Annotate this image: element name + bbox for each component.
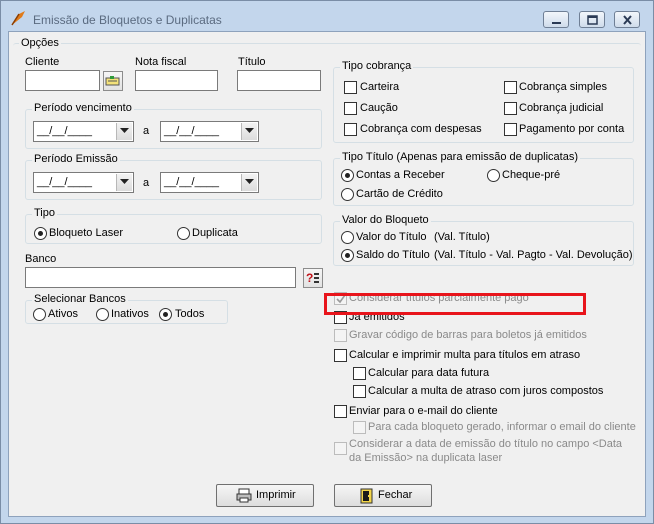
valor-titulo-radio[interactable] bbox=[341, 231, 354, 244]
caucao-checkbox[interactable] bbox=[344, 102, 357, 115]
minimize-button[interactable] bbox=[543, 11, 569, 28]
chevron-down-icon[interactable] bbox=[241, 123, 257, 140]
title-bar[interactable]: Emissão de Bloquetos e Duplicatas bbox=[1, 1, 653, 31]
cheque-pre-label: Cheque-pré bbox=[502, 169, 561, 181]
fechar-label: Fechar bbox=[378, 489, 413, 501]
cartao-credito-label: Cartão de Crédito bbox=[356, 188, 443, 200]
chevron-down-icon[interactable] bbox=[116, 123, 132, 140]
cobranca-despesas-checkbox[interactable] bbox=[344, 123, 357, 136]
carteira-label: Carteira bbox=[360, 81, 400, 93]
juros-compostos-label: Calcular a multa de atraso com juros com… bbox=[368, 385, 604, 397]
data-emissao-label-line1: Considerar a data de emissão do título n… bbox=[349, 438, 623, 450]
data-emissao-label-line2: da Emissão> na duplicata laser bbox=[349, 452, 503, 464]
chevron-down-icon[interactable] bbox=[241, 174, 257, 191]
contas-receber-label: Contas a Receber bbox=[356, 169, 445, 181]
emissao-from-combo[interactable]: __/__/____ bbox=[33, 172, 134, 193]
opcoes-title: Opções bbox=[19, 37, 61, 49]
titulo-input[interactable] bbox=[237, 70, 321, 91]
cobranca-simples-label: Cobrança simples bbox=[519, 81, 608, 93]
minimize-icon bbox=[552, 22, 561, 24]
pen-nib-icon bbox=[10, 10, 28, 26]
chevron-down-icon[interactable] bbox=[116, 174, 132, 191]
cliente-input[interactable] bbox=[25, 70, 100, 91]
bancos-todos-label: Todos bbox=[175, 308, 205, 320]
maximize-button[interactable] bbox=[579, 11, 605, 28]
highlight-box bbox=[324, 293, 586, 315]
maximize-icon bbox=[587, 15, 598, 25]
cliente-lookup-button[interactable] bbox=[103, 71, 123, 91]
emissao-separator: a bbox=[143, 177, 150, 189]
valor-titulo-label: Valor do Título bbox=[356, 231, 427, 243]
pagamento-conta-checkbox[interactable] bbox=[504, 123, 517, 136]
valor-bloqueto-title: Valor do Bloqueto bbox=[340, 214, 431, 226]
saldo-titulo-radio[interactable] bbox=[341, 249, 354, 262]
dialog-client-area: Opções Cliente Nota fiscal Título Períod… bbox=[8, 31, 646, 517]
cobranca-simples-checkbox[interactable] bbox=[504, 81, 517, 94]
valor-titulo-detail: (Val. Título) bbox=[434, 231, 490, 243]
bancos-inativos-label: Inativos bbox=[111, 308, 149, 320]
selecionar-bancos-title: Selecionar Bancos bbox=[32, 293, 128, 305]
tipo-title: Tipo bbox=[32, 207, 57, 219]
bancos-ativos-label: Ativos bbox=[48, 308, 78, 320]
periodo-emissao-title: Período Emissão bbox=[32, 153, 120, 165]
close-icon bbox=[623, 15, 632, 25]
banco-input[interactable] bbox=[25, 267, 296, 288]
question-list-icon: ? bbox=[306, 271, 319, 285]
window-title: Emissão de Bloquetos e Duplicatas bbox=[33, 13, 222, 27]
calcular-multa-label: Calcular e imprimir multa para títulos e… bbox=[349, 349, 581, 361]
periodo-vencimento-title: Período vencimento bbox=[32, 102, 134, 114]
calcular-multa-checkbox[interactable] bbox=[334, 349, 347, 362]
pointing-hand-icon bbox=[105, 76, 120, 86]
gravar-codigo-label: Gravar código de barras para boletos já … bbox=[349, 329, 587, 341]
vencimento-to-combo[interactable]: __/__/____ bbox=[160, 121, 259, 142]
tipo-titulo-title: Tipo Título (Apenas para emissão de dupl… bbox=[340, 151, 581, 163]
cobranca-judicial-checkbox[interactable] bbox=[504, 102, 517, 115]
tipo-duplicata-radio[interactable] bbox=[177, 227, 190, 240]
cheque-pre-radio[interactable] bbox=[487, 169, 500, 182]
saldo-titulo-detail: (Val. Título - Val. Pagto - Val. Devoluç… bbox=[434, 249, 633, 261]
svg-text:?: ? bbox=[306, 271, 313, 285]
tipo-duplicata-label: Duplicata bbox=[192, 227, 238, 239]
cobranca-judicial-label: Cobrança judicial bbox=[519, 102, 604, 114]
caucao-label: Caução bbox=[360, 102, 398, 114]
carteira-checkbox[interactable] bbox=[344, 81, 357, 94]
contas-receber-radio[interactable] bbox=[341, 169, 354, 182]
juros-compostos-checkbox[interactable] bbox=[353, 385, 366, 398]
titulo-label: Título bbox=[238, 56, 266, 68]
banco-label: Banco bbox=[25, 253, 57, 265]
vencimento-separator: a bbox=[143, 125, 150, 137]
data-futura-checkbox[interactable] bbox=[353, 367, 366, 380]
close-button[interactable] bbox=[614, 11, 640, 28]
nota-fiscal-label: Nota fiscal bbox=[135, 56, 187, 68]
cartao-credito-radio[interactable] bbox=[341, 188, 354, 201]
bancos-inativos-radio[interactable] bbox=[96, 308, 109, 321]
printer-icon bbox=[236, 488, 252, 506]
dialog-window: Emissão de Bloquetos e Duplicatas Opções… bbox=[0, 0, 654, 524]
enviar-email-checkbox[interactable] bbox=[334, 405, 347, 418]
bancos-todos-radio[interactable] bbox=[159, 308, 172, 321]
cada-bloqueto-checkbox[interactable] bbox=[353, 421, 366, 434]
vencimento-from-combo[interactable]: __/__/____ bbox=[33, 121, 134, 142]
cada-bloqueto-label: Para cada bloqueto gerado, informar o em… bbox=[368, 421, 636, 433]
pagamento-conta-label: Pagamento por conta bbox=[519, 123, 625, 135]
tipo-bloqueto-laser-label: Bloqueto Laser bbox=[49, 227, 123, 239]
emissao-to-combo[interactable]: __/__/____ bbox=[160, 172, 259, 193]
bancos-ativos-radio[interactable] bbox=[33, 308, 46, 321]
cliente-label: Cliente bbox=[25, 56, 60, 68]
saldo-titulo-label: Saldo do Título bbox=[356, 249, 430, 261]
imprimir-label: Imprimir bbox=[256, 489, 296, 501]
banco-lookup-button[interactable]: ? bbox=[303, 268, 323, 288]
fechar-button[interactable]: Fechar bbox=[334, 484, 432, 507]
exit-door-icon bbox=[360, 488, 374, 507]
cobranca-despesas-label: Cobrança com despesas bbox=[360, 123, 482, 135]
enviar-email-label: Enviar para o e-mail do cliente bbox=[349, 405, 498, 417]
data-futura-label: Calcular para data futura bbox=[368, 367, 490, 379]
nota-fiscal-input[interactable] bbox=[135, 70, 218, 91]
gravar-codigo-checkbox[interactable] bbox=[334, 329, 347, 342]
data-emissao-checkbox[interactable] bbox=[334, 442, 347, 455]
imprimir-button[interactable]: Imprimir bbox=[216, 484, 314, 507]
tipo-bloqueto-laser-radio[interactable] bbox=[34, 227, 47, 240]
tipo-cobranca-title: Tipo cobrança bbox=[340, 60, 414, 72]
